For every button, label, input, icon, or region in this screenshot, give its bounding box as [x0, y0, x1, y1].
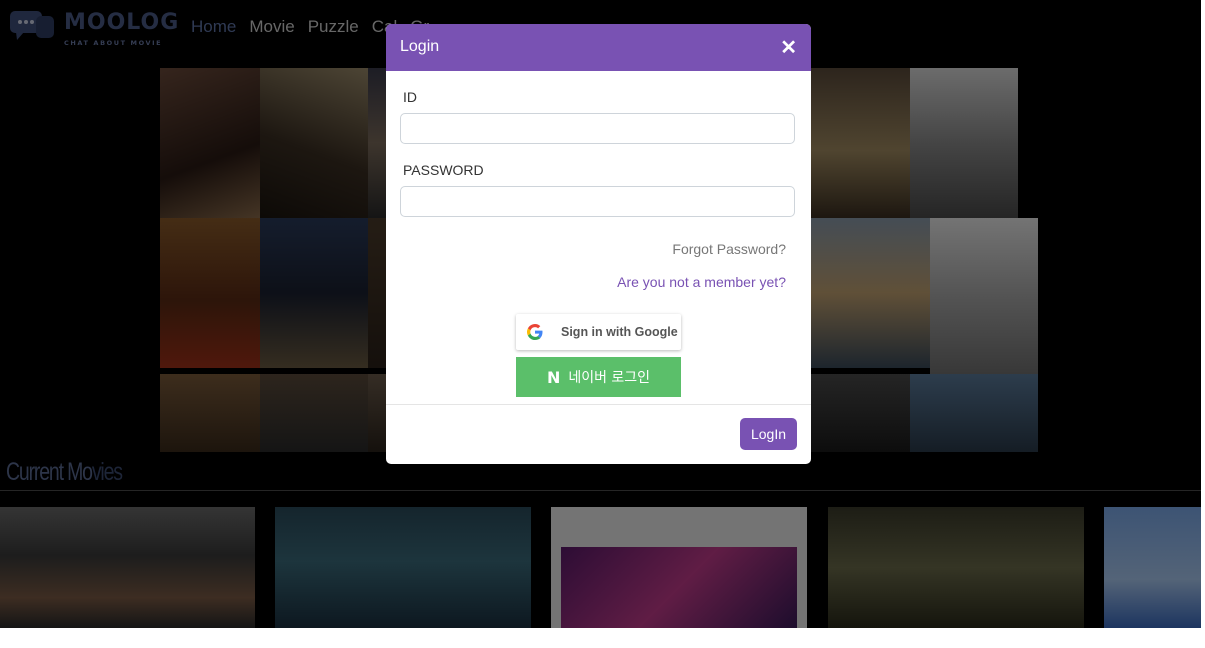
- close-icon[interactable]: ✕: [780, 35, 797, 60]
- naver-n-icon: N: [546, 367, 561, 387]
- google-g-icon: [527, 324, 543, 340]
- password-label: PASSWORD: [403, 162, 484, 178]
- naver-login-label: 네이버 로그인: [568, 370, 651, 386]
- modal-title: Login: [400, 38, 440, 55]
- password-input[interactable]: [400, 186, 795, 217]
- signup-link[interactable]: Are you not a member yet?: [617, 274, 786, 290]
- modal-footer-divider: [386, 404, 811, 405]
- forgot-password-link[interactable]: Forgot Password?: [672, 241, 786, 257]
- id-label: ID: [403, 89, 417, 105]
- modal-header: Login ✕: [386, 24, 811, 71]
- google-signin-label: Sign in with Google: [561, 325, 678, 339]
- login-submit-button[interactable]: LogIn: [740, 418, 797, 450]
- id-input[interactable]: [400, 113, 795, 144]
- google-signin-button[interactable]: Sign in with Google: [516, 314, 681, 350]
- login-modal: Login ✕ ID PASSWORD Forgot Password? Are…: [386, 24, 811, 464]
- naver-login-button[interactable]: N 네이버 로그인: [516, 357, 681, 397]
